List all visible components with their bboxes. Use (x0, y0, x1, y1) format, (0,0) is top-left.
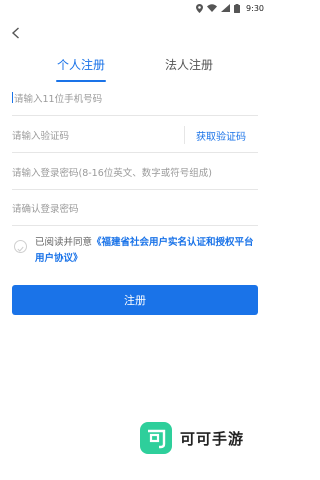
agreement-checkbox[interactable] (14, 240, 27, 253)
back-button[interactable] (6, 24, 24, 42)
verification-code-field[interactable]: 请输入验证码 获取验证码 (12, 117, 258, 153)
brand-logo (140, 422, 172, 454)
agreement-row: 已阅读并同意《福建省社会用户实名认证和授权平台用户协议》 (14, 235, 260, 267)
text-cursor (12, 92, 13, 103)
field-divider (184, 126, 185, 144)
confirm-password-field[interactable]: 请确认登录密码 (12, 190, 258, 226)
password-field[interactable]: 请输入登录密码(8-16位英文、数字或符号组成) (12, 154, 258, 190)
battery-icon (234, 3, 241, 13)
tab-label: 法人注册 (164, 58, 213, 72)
signal-icon (221, 4, 231, 12)
agreement-prefix: 已阅读并同意 (35, 237, 93, 248)
register-tabs: 个人注册 法人注册 (0, 56, 270, 82)
status-time: 9:30 (246, 3, 264, 13)
phone-field[interactable]: 请输入11位手机号码 (12, 80, 258, 116)
get-code-button[interactable]: 获取验证码 (196, 117, 246, 153)
status-bar: 9:30 (0, 0, 270, 16)
password-placeholder: 请输入登录密码(8-16位英文、数字或符号组成) (12, 167, 212, 179)
brand-watermark: 可可手游 (140, 422, 244, 454)
check-icon (17, 237, 24, 256)
tab-personal-register[interactable]: 个人注册 (52, 56, 110, 82)
agreement-text: 已阅读并同意《福建省社会用户实名认证和授权平台用户协议》 (35, 235, 260, 267)
back-arrow-icon (11, 24, 20, 43)
tab-legal-register[interactable]: 法人注册 (156, 56, 222, 82)
location-icon (196, 3, 204, 13)
register-button[interactable]: 注册 (12, 285, 258, 315)
wifi-icon (207, 4, 218, 12)
brand-logo-glyph (148, 429, 166, 449)
tab-label: 个人注册 (56, 58, 105, 72)
code-placeholder: 请输入验证码 (12, 130, 70, 142)
phone-placeholder: 请输入11位手机号码 (14, 93, 103, 105)
confirm-password-placeholder: 请确认登录密码 (12, 203, 79, 215)
brand-name: 可可手游 (180, 429, 245, 448)
